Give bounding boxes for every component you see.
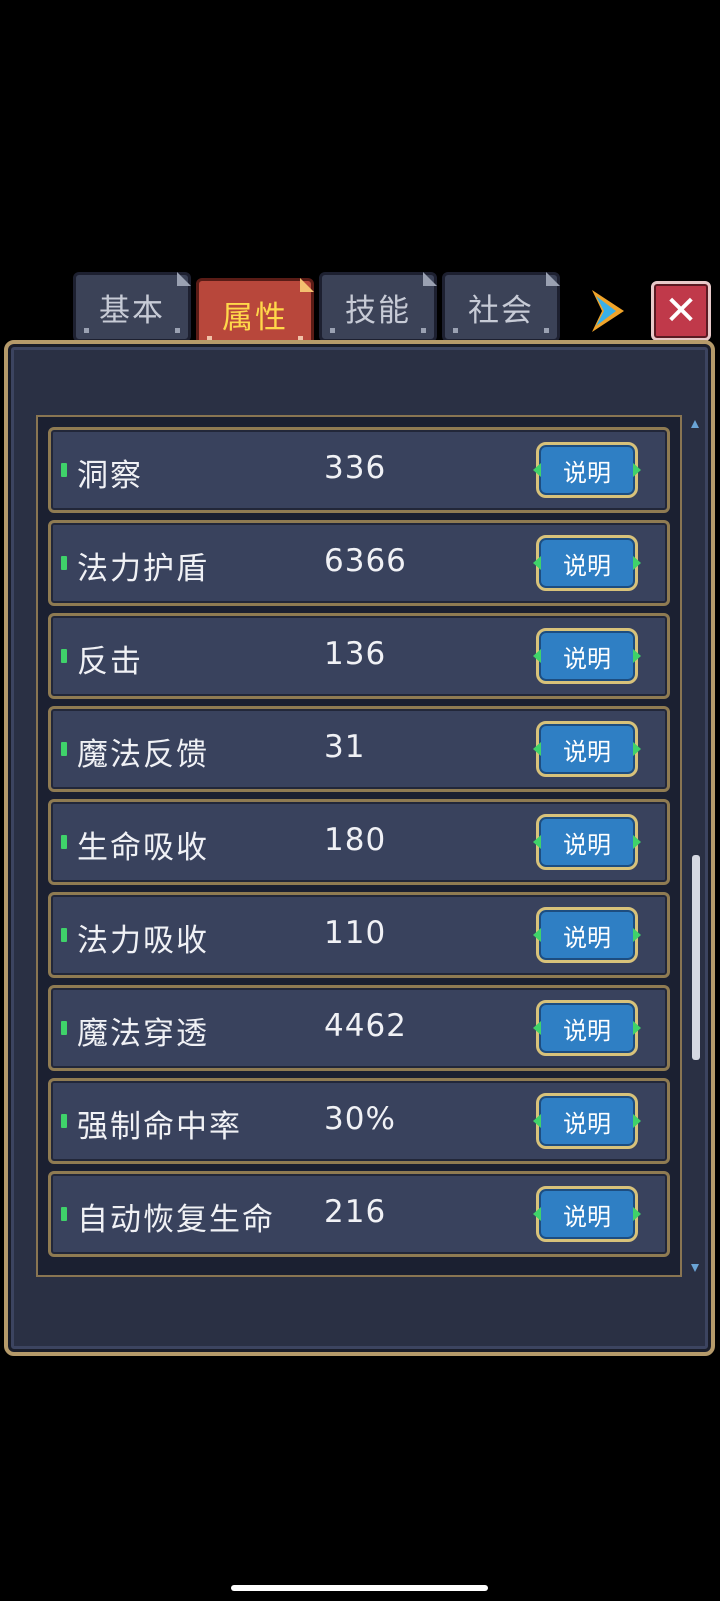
close-icon: ✕ — [664, 288, 698, 334]
info-button[interactable]: 说明 — [536, 814, 638, 870]
attribute-name: 洞察 — [77, 458, 143, 494]
tab-dot — [330, 328, 335, 333]
attribute-row-counter: 反击 136 说明 — [48, 613, 670, 699]
attribute-value: 216 — [324, 1194, 387, 1230]
info-button[interactable]: 说明 — [536, 628, 638, 684]
row-marker — [61, 556, 67, 570]
info-button[interactable]: 说明 — [536, 1093, 638, 1149]
tab-skills-label: 技能 — [345, 292, 411, 329]
attribute-value: 136 — [324, 636, 387, 672]
attribute-value: 30% — [324, 1101, 396, 1137]
tab-basic[interactable]: 基本 — [73, 272, 191, 342]
tab-dot — [84, 328, 89, 333]
attribute-value: 180 — [324, 822, 387, 858]
info-button[interactable]: 说明 — [536, 1186, 638, 1242]
row-marker — [61, 928, 67, 942]
home-indicator[interactable] — [231, 1585, 488, 1591]
attribute-value: 31 — [324, 729, 366, 765]
attribute-row-magic-penetration: 魔法穿透 4462 说明 — [48, 985, 670, 1071]
info-button[interactable]: 说明 — [536, 907, 638, 963]
tab-dot — [421, 328, 426, 333]
attribute-value: 6366 — [324, 543, 407, 579]
row-marker — [61, 1207, 67, 1221]
tab-dot — [544, 328, 549, 333]
close-button[interactable]: ✕ — [651, 281, 711, 341]
tab-dot — [453, 328, 458, 333]
attribute-value: 110 — [324, 915, 387, 951]
tab-dot — [175, 328, 180, 333]
row-marker — [61, 463, 67, 477]
row-marker — [61, 1021, 67, 1035]
tab-skills[interactable]: 技能 — [319, 272, 437, 342]
scrollbar-track[interactable] — [690, 420, 696, 1272]
attribute-name: 生命吸收 — [77, 830, 209, 866]
attribute-name: 魔法穿透 — [77, 1016, 209, 1052]
attribute-list[interactable]: 洞察 336 说明 法力护盾 6366 说明 反击 136 说明 魔法反馈 31… — [36, 415, 682, 1277]
row-marker — [61, 742, 67, 756]
attribute-row-auto-regen-hp: 自动恢复生命 216 说明 — [48, 1171, 670, 1257]
info-button[interactable]: 说明 — [536, 535, 638, 591]
attribute-name: 法力护盾 — [77, 551, 209, 587]
attribute-row-life-steal: 生命吸收 180 说明 — [48, 799, 670, 885]
tab-social[interactable]: 社会 — [442, 272, 560, 342]
tab-social-label: 社会 — [468, 292, 534, 329]
row-marker — [61, 1114, 67, 1128]
info-button[interactable]: 说明 — [536, 1000, 638, 1056]
tab-basic-label: 基本 — [99, 292, 165, 329]
row-marker — [61, 649, 67, 663]
attribute-name: 反击 — [77, 644, 143, 680]
attribute-name: 自动恢复生命 — [77, 1202, 275, 1238]
attribute-row-mana-shield: 法力护盾 6366 说明 — [48, 520, 670, 606]
attribute-row-forced-hit-rate: 强制命中率 30% 说明 — [48, 1078, 670, 1164]
attribute-value: 336 — [324, 450, 387, 486]
attribute-name: 强制命中率 — [77, 1109, 242, 1145]
tab-attributes-label: 属性 — [222, 299, 288, 336]
attribute-row-mana-steal: 法力吸收 110 说明 — [48, 892, 670, 978]
arrow-right-icon[interactable] — [588, 286, 628, 336]
attribute-value: 4462 — [324, 1008, 407, 1044]
info-button[interactable]: 说明 — [536, 721, 638, 777]
attribute-name: 法力吸收 — [77, 923, 209, 959]
scrollbar-thumb[interactable] — [692, 855, 700, 1060]
info-button[interactable]: 说明 — [536, 442, 638, 498]
attribute-row-insight: 洞察 336 说明 — [48, 427, 670, 513]
attribute-name: 魔法反馈 — [77, 737, 209, 773]
row-marker — [61, 835, 67, 849]
attribute-row-magic-feedback: 魔法反馈 31 说明 — [48, 706, 670, 792]
